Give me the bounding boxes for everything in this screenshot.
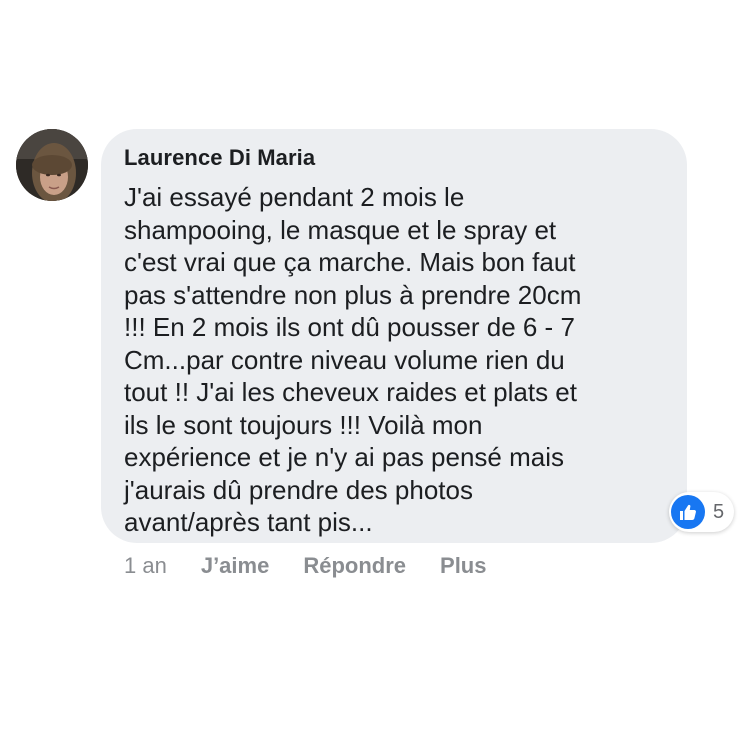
comment-line: tout !! J'ai les cheveux raides et plats… [124, 377, 577, 407]
like-icon [671, 495, 705, 529]
comment-line: !!! En 2 mois ils ont dû pousser de 6 - … [124, 312, 575, 342]
reaction-count: 5 [713, 500, 725, 523]
comment-line: pas s'attendre non plus à prendre 20cm [124, 279, 582, 310]
comment-line: avant/après tant pis... [124, 507, 373, 537]
comment-line: J'ai essayé pendant 2 mois le [124, 182, 465, 212]
avatar[interactable] [16, 129, 88, 201]
comment-bubble: Laurence Di Maria J'ai essayé pendant 2 … [101, 129, 687, 543]
comment-line: j'aurais dû prendre des photos [124, 474, 473, 505]
like-button[interactable]: J’aime [201, 553, 270, 579]
author-name[interactable]: Laurence Di Maria [124, 143, 667, 173]
comment: Laurence Di Maria J'ai essayé pendant 2 … [0, 0, 750, 750]
comment-line: expérience et je n'y ai pas pensé mais [124, 442, 564, 472]
comment-actions: 1 an J’aime Répondre Plus [124, 550, 520, 582]
more-button[interactable]: Plus [440, 553, 486, 579]
comment-line: Cm...par contre niveau volume rien du [124, 344, 565, 375]
timestamp[interactable]: 1 an [124, 553, 167, 579]
user-photo [16, 129, 88, 201]
comment-line: shampooing, le masque et le spray et [124, 214, 557, 245]
reply-button[interactable]: Répondre [303, 553, 406, 579]
comment-line: ils le sont toujours !!! Voilà mon [124, 409, 483, 440]
comment-line: c'est vrai que ça marche. Mais bon faut [124, 247, 576, 277]
comment-text: J'ai essayé pendant 2 mois le shampooing… [124, 181, 667, 539]
reactions-badge[interactable]: 5 [669, 492, 735, 532]
